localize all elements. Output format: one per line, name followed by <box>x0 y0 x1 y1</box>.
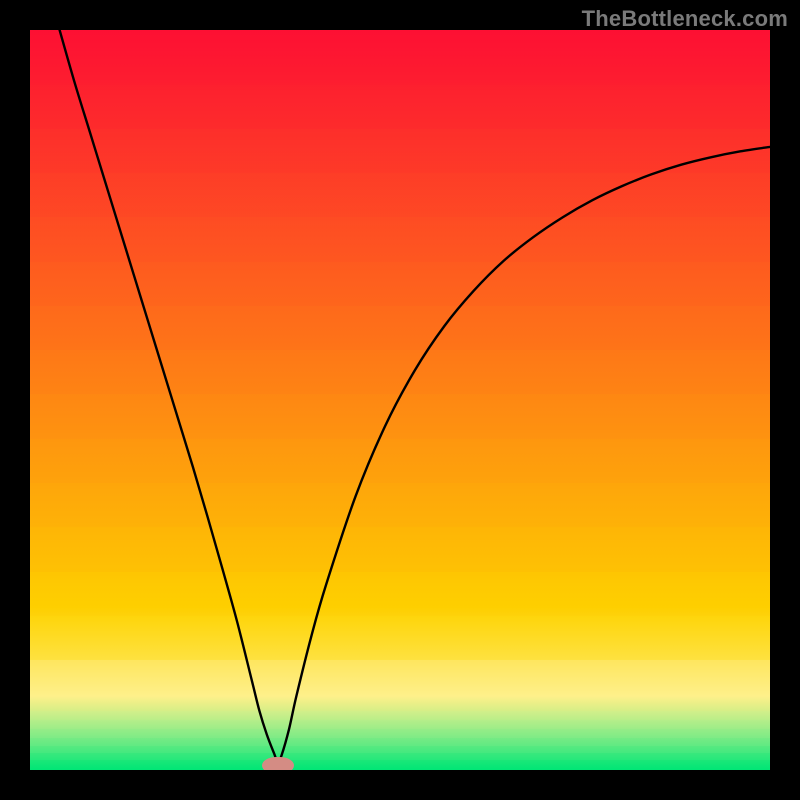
plot-area <box>30 30 770 770</box>
bottleneck-curve <box>60 30 770 763</box>
watermark-text: TheBottleneck.com <box>582 6 788 32</box>
optimal-point-marker <box>262 757 295 770</box>
chart-frame: TheBottleneck.com <box>0 0 800 800</box>
curve-layer <box>30 30 770 770</box>
